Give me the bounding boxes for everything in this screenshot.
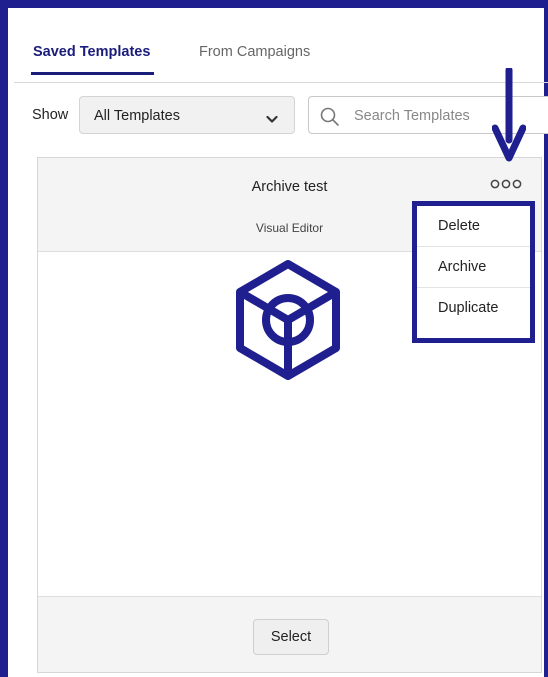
- select-button[interactable]: Select: [253, 619, 329, 655]
- filter-bar: Show All Templates Search Templates: [0, 96, 548, 136]
- menu-item-delete[interactable]: Delete: [417, 206, 530, 247]
- tab-saved-templates[interactable]: Saved Templates: [30, 44, 155, 75]
- search-placeholder: Search Templates: [354, 108, 470, 124]
- template-filter-select[interactable]: All Templates: [79, 96, 295, 134]
- menu-item-duplicate[interactable]: Duplicate: [417, 288, 530, 329]
- menu-item-archive[interactable]: Archive: [417, 247, 530, 288]
- card-footer: Select: [38, 596, 541, 672]
- chevron-down-icon: [266, 111, 278, 129]
- tab-from-campaigns[interactable]: From Campaigns: [199, 44, 310, 74]
- visual-editor-logo-icon: [232, 256, 344, 389]
- arrow-down-icon: [491, 66, 527, 169]
- show-label: Show: [32, 107, 69, 123]
- more-options-icon[interactable]: [488, 174, 528, 194]
- template-tabs: Saved Templates From Campaigns: [14, 30, 548, 83]
- template-filter-value: All Templates: [94, 108, 180, 124]
- card-title: Archive test: [251, 179, 328, 195]
- search-icon: [319, 106, 341, 133]
- template-options-menu: Delete Archive Duplicate: [412, 201, 535, 343]
